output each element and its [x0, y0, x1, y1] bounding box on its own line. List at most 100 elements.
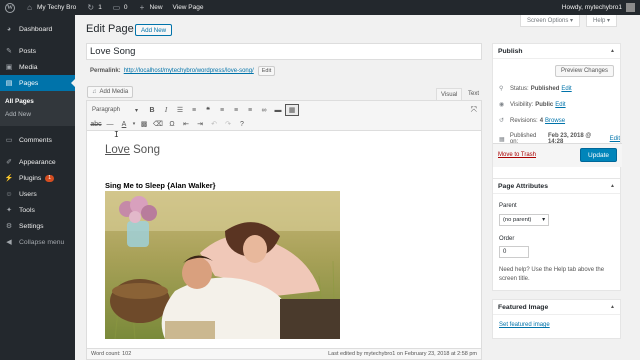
edit-visibility-link[interactable]: Edit — [555, 102, 565, 108]
visibility-value: Public — [535, 101, 554, 108]
collapse-arrow-icon[interactable]: ▲ — [610, 183, 615, 189]
text-color-icon[interactable]: A — [117, 118, 131, 130]
italic-button[interactable]: I — [159, 104, 173, 116]
bulleted-list-icon[interactable]: ☰ — [173, 104, 187, 116]
submenu-add-new[interactable]: Add New — [0, 108, 75, 121]
wp-logo-menu[interactable]: W — [0, 0, 20, 15]
update-button[interactable]: Update — [580, 148, 617, 162]
order-input[interactable]: 0 — [499, 246, 529, 258]
order-label: Order — [499, 236, 515, 242]
status-value: Published — [530, 85, 560, 92]
paste-text-icon[interactable]: ▩ — [137, 118, 151, 130]
indent-icon[interactable]: ⇥ — [193, 118, 207, 130]
users-icon: ☺ — [5, 190, 13, 198]
comment-bubble-icon: ▭ — [112, 3, 121, 12]
browse-revisions-link[interactable]: Browse — [545, 118, 565, 124]
sidebar-item-tools[interactable]: ✦ Tools — [0, 202, 75, 218]
parent-select[interactable]: (no parent) ▾ — [499, 214, 549, 226]
sidebar-item-label: Tools — [19, 206, 35, 214]
keyboard-shortcuts-icon[interactable]: ? — [235, 118, 249, 130]
align-right-icon[interactable]: ≡ — [243, 104, 257, 116]
revisions-value: 4 — [539, 117, 544, 124]
admin-sidebar: ◕ Dashboard ✎ Posts ▣ Media ▤ Pages All … — [0, 15, 75, 360]
site-name: My Techy Bro — [37, 4, 77, 11]
featured-image-header[interactable]: Featured Image ▲ — [493, 300, 620, 315]
revisions-row: ↺ Revisions: 4 Browse — [499, 117, 565, 125]
sidebar-item-plugins[interactable]: ⚡ Plugins 1 — [0, 170, 75, 186]
collapse-arrow-icon[interactable]: ▲ — [610, 304, 615, 310]
tab-visual[interactable]: Visual — [436, 88, 463, 100]
comments-link[interactable]: ▭ 0 — [107, 0, 133, 15]
blockquote-icon[interactable]: ❝ — [201, 104, 215, 116]
submenu-all-pages[interactable]: All Pages — [0, 95, 75, 108]
sidebar-item-dashboard[interactable]: ◕ Dashboard — [0, 21, 75, 37]
admin-bar: W ⌂ My Techy Bro ↻ 1 ▭ 0 + New View Page… — [0, 0, 640, 15]
revisions-label: Revisions: — [510, 117, 538, 124]
tab-text[interactable]: Text — [464, 88, 483, 100]
move-to-trash-link[interactable]: Move to Trash — [498, 152, 536, 158]
visibility-row: ◉ Visibility: Public Edit — [499, 101, 566, 109]
sidebar-item-posts[interactable]: ✎ Posts — [0, 43, 75, 59]
redo-icon[interactable]: ↷ — [221, 118, 235, 130]
help-tab[interactable]: Help ▾ — [586, 15, 618, 27]
toolbar-toggle-icon[interactable]: ▦ — [285, 104, 299, 116]
special-character-icon[interactable]: Ω — [165, 118, 179, 130]
content-heading-word-misspelled: Love — [105, 144, 130, 156]
add-new-button[interactable]: Add New — [135, 24, 173, 36]
page-attributes-header[interactable]: Page Attributes ▲ — [493, 179, 620, 194]
publish-box-header[interactable]: Publish ▲ — [493, 44, 620, 59]
set-featured-image-link[interactable]: Set featured image — [499, 322, 550, 328]
sidebar-item-label: Collapse menu — [19, 238, 65, 246]
wordpress-logo-icon: W — [5, 2, 15, 13]
edit-date-link[interactable]: Edit — [610, 136, 620, 142]
edit-status-link[interactable]: Edit — [561, 86, 571, 92]
permalink-url[interactable]: http://localhost/mytechybro/wordpress/lo… — [124, 68, 254, 74]
add-media-button[interactable]: ♫ Add Media — [87, 86, 134, 98]
visibility-label: Visibility: — [510, 101, 534, 108]
bold-button[interactable]: B — [145, 104, 159, 116]
read-more-icon[interactable]: ▬ — [271, 104, 285, 116]
undo-icon[interactable]: ↶ — [207, 118, 221, 130]
format-select[interactable]: Paragraph ▾ — [89, 105, 141, 116]
content-editor: Paragraph ▾ B I ☰ ≡ ❝ ≡ ≡ ≡ ∞ ▬ ▦ abc — … — [86, 100, 482, 360]
updates-link[interactable]: ↻ 1 — [81, 0, 107, 15]
media-icon: ▣ — [5, 64, 13, 71]
dashboard-icon: ◕ — [6, 25, 12, 33]
insert-link-icon[interactable]: ∞ — [257, 104, 271, 116]
strikethrough-icon[interactable]: abc — [89, 118, 103, 130]
sidebar-item-media[interactable]: ▣ Media — [0, 59, 75, 75]
sidebar-item-comments[interactable]: ▭ Comments — [0, 132, 75, 148]
horizontal-line-icon[interactable]: — — [103, 118, 117, 130]
sidebar-item-appearance[interactable]: ✐ Appearance — [0, 154, 75, 170]
view-page-link[interactable]: View Page — [168, 0, 209, 15]
content-heading-word: Song — [129, 144, 160, 156]
publish-actions: Move to Trash Update — [493, 143, 622, 167]
preview-changes-button[interactable]: Preview Changes — [554, 65, 614, 77]
edit-permalink-button[interactable]: Edit — [257, 66, 276, 76]
page-attributes-title: Page Attributes — [498, 182, 548, 190]
screen-options-tab[interactable]: Screen Options ▾ — [520, 15, 581, 27]
toolbar-row-1: Paragraph ▾ B I ☰ ≡ ❝ ≡ ≡ ≡ ∞ ▬ ▦ — [89, 103, 299, 117]
new-content-link[interactable]: + New — [133, 0, 168, 15]
sidebar-item-users[interactable]: ☺ Users — [0, 186, 75, 202]
sidebar-item-collapse[interactable]: ◀ Collapse menu — [0, 234, 75, 250]
account-menu[interactable]: Howdy, mytechybro1 — [557, 0, 640, 15]
outdent-icon[interactable]: ⇤ — [179, 118, 193, 130]
numbered-list-icon[interactable]: ≡ — [187, 104, 201, 116]
sidebar-item-label: Settings — [19, 222, 44, 230]
align-center-icon[interactable]: ≡ — [229, 104, 243, 116]
site-name-link[interactable]: ⌂ My Techy Bro — [20, 0, 81, 15]
couple-photo[interactable] — [105, 191, 340, 339]
parent-label: Parent — [499, 203, 517, 209]
page-attributes-help: Need help? Use the Help tab above the sc… — [499, 267, 605, 282]
sidebar-item-settings[interactable]: ⚙ Settings — [0, 218, 75, 234]
pin-icon: ⚲ — [499, 86, 504, 92]
distraction-free-icon[interactable]: ⤧ — [471, 105, 477, 115]
pages-submenu: All Pages Add New — [0, 91, 75, 126]
sidebar-item-pages[interactable]: ▤ Pages — [0, 75, 75, 91]
clear-formatting-icon[interactable]: ⌫ — [151, 118, 165, 130]
align-left-icon[interactable]: ≡ — [215, 104, 229, 116]
updates-count: 1 — [98, 4, 102, 11]
post-title-input[interactable]: Love Song — [86, 43, 482, 60]
collapse-arrow-icon[interactable]: ▲ — [610, 48, 615, 54]
